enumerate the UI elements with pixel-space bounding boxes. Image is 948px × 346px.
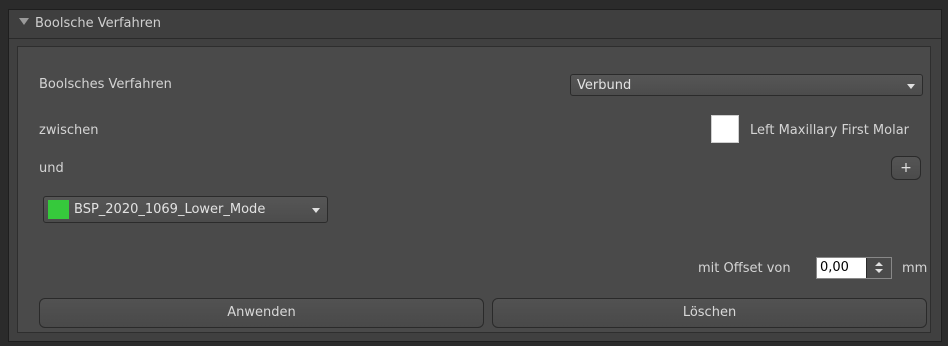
chevron-down-icon[interactable] [875,269,883,273]
chevron-up-icon[interactable] [875,262,883,266]
offset-value: 0,00 [820,260,849,275]
object-b-name: BSP_2020_1069_Lower_Mode [74,202,266,217]
apply-button[interactable]: Anwenden [39,298,484,328]
and-label: und [39,161,64,176]
chevron-down-icon [312,208,320,213]
offset-label: mit Offset von [698,261,791,276]
chevron-down-icon [907,84,915,89]
operation-dropdown[interactable]: Verbund [570,74,923,96]
object-b-dropdown[interactable]: BSP_2020_1069_Lower_Mode [43,196,328,223]
offset-spinbox[interactable]: 0,00 [816,257,892,279]
offset-stepper[interactable] [866,258,891,278]
panel-title: Boolsche Verfahren [35,16,162,31]
boolean-panel: Boolsche Verfahren Boolsches Verfahren V… [8,9,942,342]
between-label: zwischen [39,123,99,138]
offset-unit: mm [902,261,928,276]
object-a-name: Left Maxillary First Molar [750,123,910,138]
operation-label: Boolsches Verfahren [39,77,172,92]
object-a-color-swatch[interactable] [711,115,739,143]
object-b-color-swatch [48,200,69,219]
collapse-triangle-icon[interactable] [19,18,29,25]
add-object-button[interactable]: + [891,156,921,180]
panel-header[interactable]: Boolsche Verfahren [9,10,941,39]
delete-button[interactable]: Löschen [492,298,927,328]
operation-value: Verbund [577,78,632,93]
panel-body: Boolsches Verfahren Verbund zwischen Lef… [17,46,931,333]
